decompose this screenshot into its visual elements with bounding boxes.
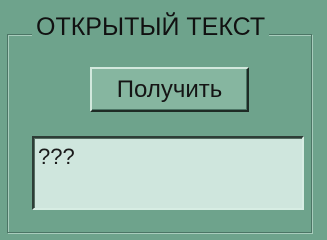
get-button[interactable]: Получить — [90, 67, 249, 112]
plaintext-output-field[interactable]: ??? — [32, 136, 304, 210]
groupbox-title: ОТКРЫТЫЙ ТЕКСТ — [32, 13, 270, 41]
